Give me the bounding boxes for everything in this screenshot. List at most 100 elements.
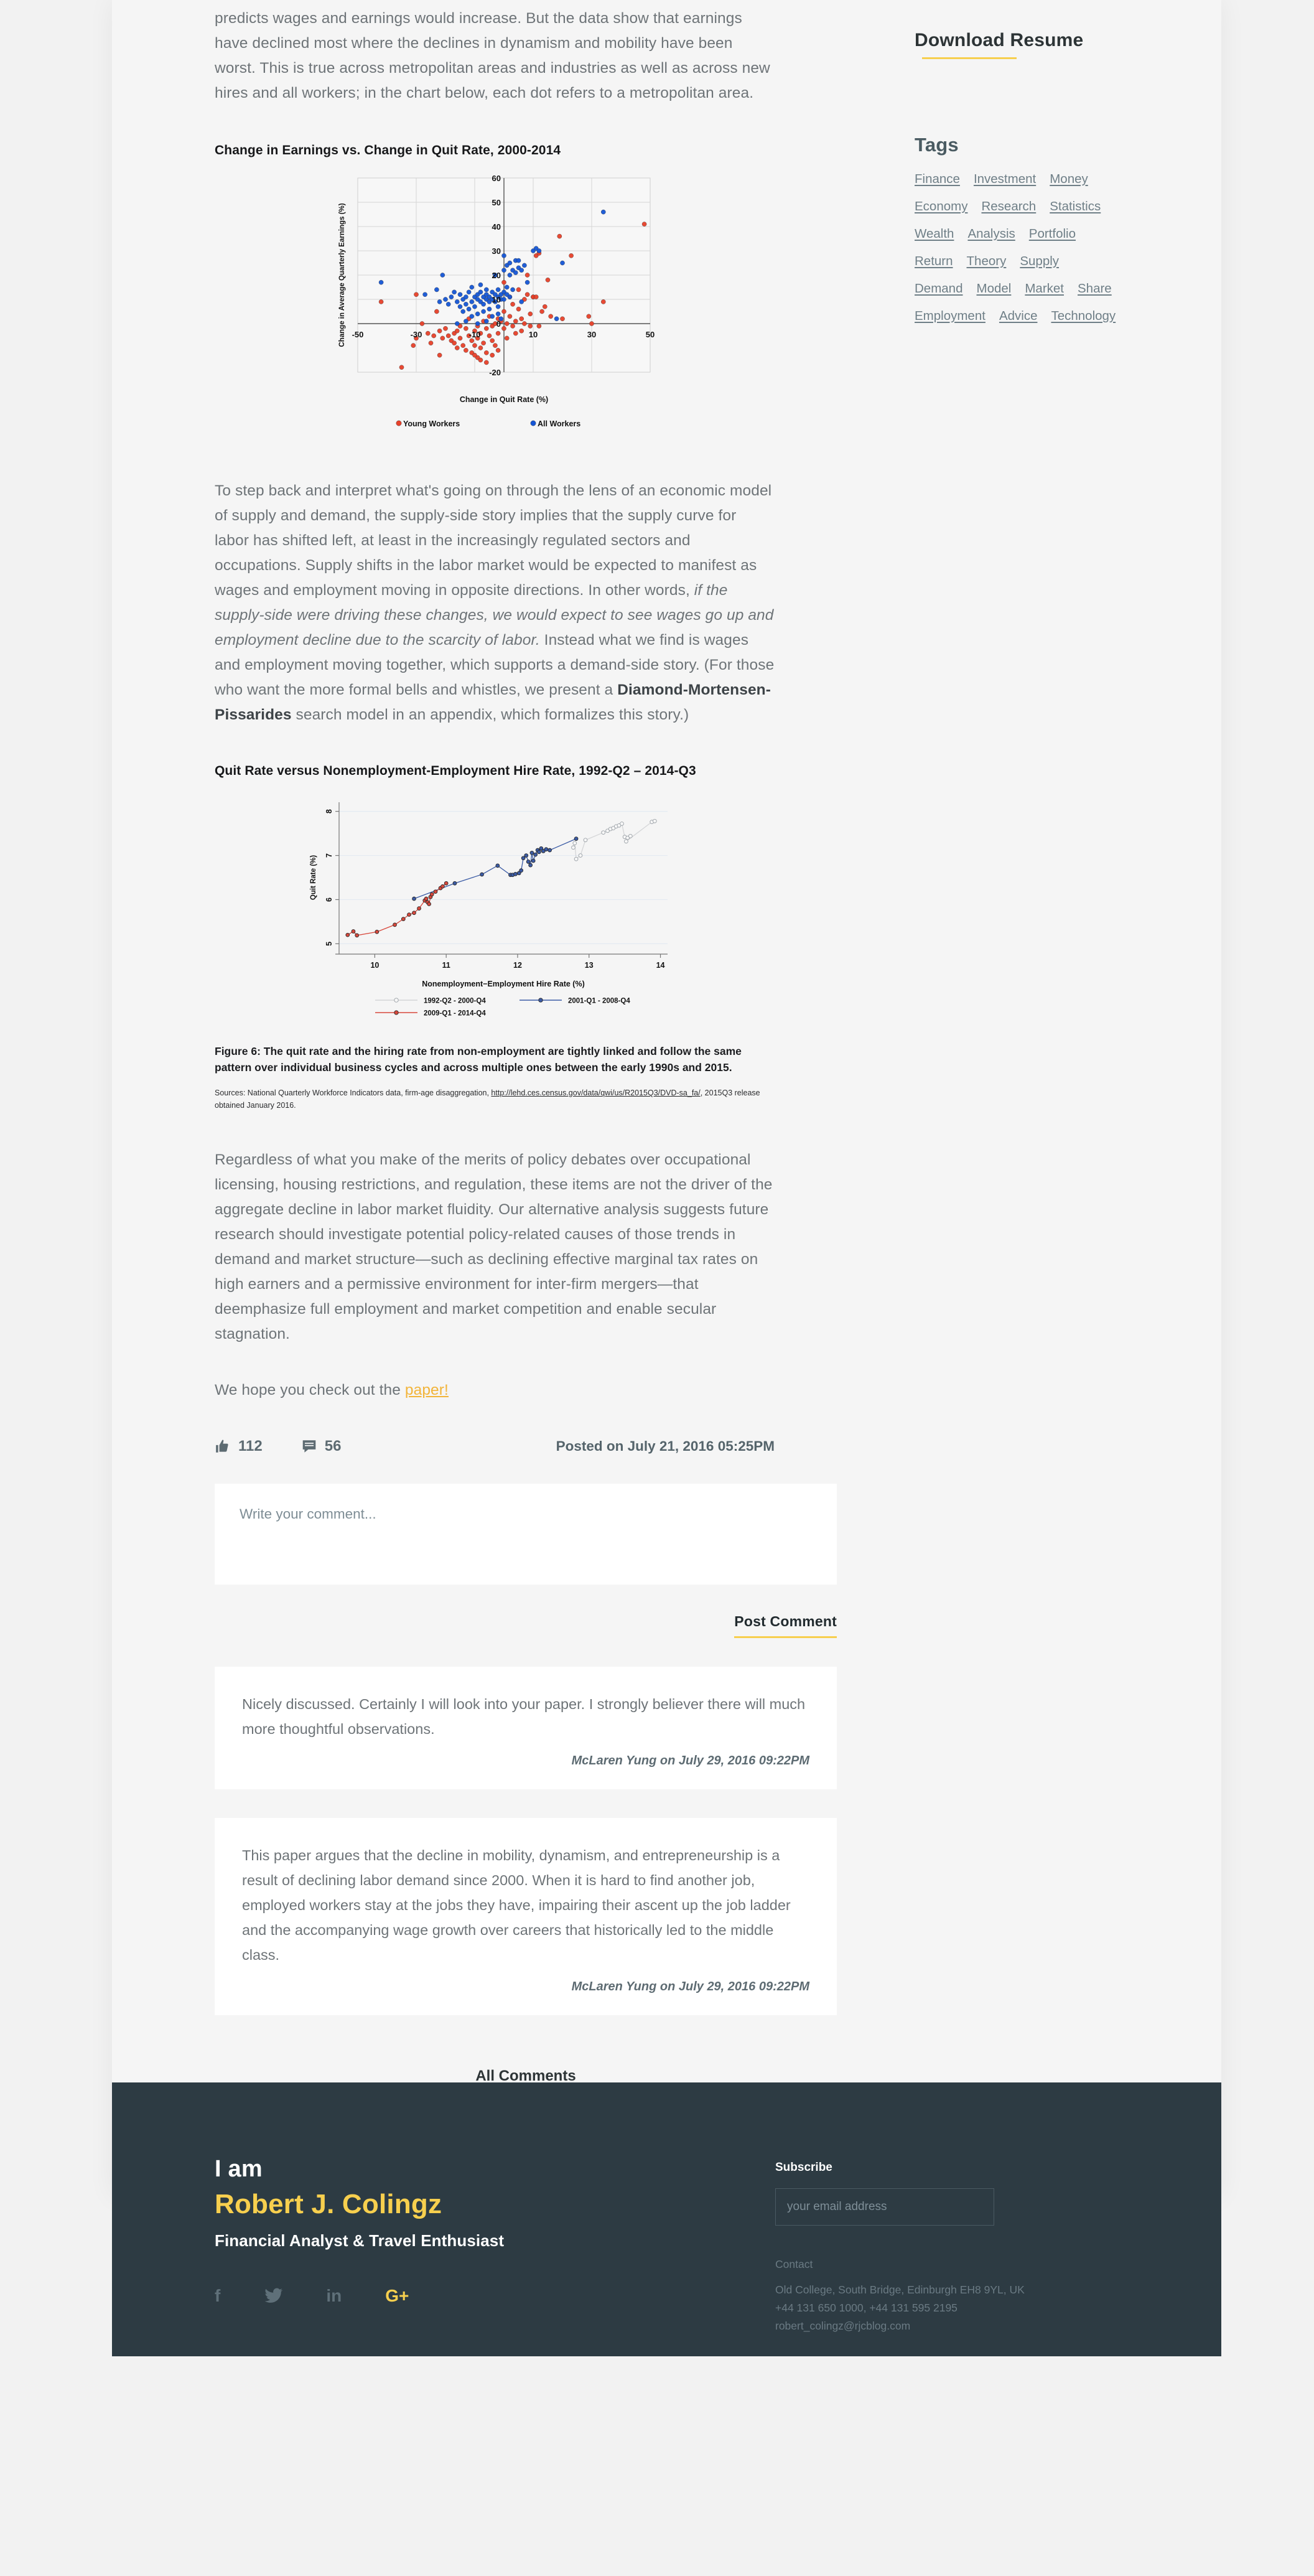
article-paragraph-intro: predicts wages and earnings would increa… xyxy=(215,10,770,101)
svg-text:Change in Average Quarterly Ea: Change in Average Quarterly Earnings (%) xyxy=(338,203,346,347)
tag-link[interactable]: Portfolio xyxy=(1029,227,1076,241)
svg-text:10: 10 xyxy=(370,961,379,970)
tag-link[interactable]: Wealth xyxy=(915,227,954,241)
comment-bubble-icon xyxy=(302,1440,316,1453)
svg-text:12: 12 xyxy=(513,961,522,970)
twitter-icon[interactable] xyxy=(264,2285,283,2307)
svg-text:50: 50 xyxy=(492,198,501,207)
svg-text:6: 6 xyxy=(325,897,333,902)
svg-text:5: 5 xyxy=(325,942,333,946)
thumbs-up-icon xyxy=(216,1440,228,1453)
footer-role: Financial Analyst & Travel Enthusiast xyxy=(215,2231,505,2250)
article-paragraph-closing: We hope you check out the paper! xyxy=(215,1378,775,1403)
svg-text:-20: -20 xyxy=(489,368,501,377)
chart1-canvas: -50 -30 -10 10 30 50 60 50 40 30 20 10 0 -20 Change in… xyxy=(215,167,775,444)
svg-text:All Workers: All Workers xyxy=(538,419,580,428)
comment-author: McLaren Yung on July 29, 2016 09:22PM xyxy=(571,1754,809,1768)
google-plus-icon[interactable]: G+ xyxy=(385,2285,409,2307)
tag-link[interactable]: Finance xyxy=(915,172,960,186)
svg-text:Change in Quit Rate (%): Change in Quit Rate (%) xyxy=(460,395,548,404)
tags-heading: Tags xyxy=(915,134,959,156)
tag-link[interactable]: Theory xyxy=(967,255,1007,268)
comment-text: Nicely discussed. Certainly I will look … xyxy=(242,1696,806,1737)
svg-text:8: 8 xyxy=(325,809,333,813)
subscribe-email-input[interactable] xyxy=(775,2188,994,2226)
svg-text:30: 30 xyxy=(587,330,596,339)
sources-prefix: Sources: National Quarterly Workforce In… xyxy=(215,1089,492,1097)
svg-text:7: 7 xyxy=(325,853,333,858)
footer-iam: I am xyxy=(215,2156,263,2182)
svg-text:20: 20 xyxy=(492,271,501,280)
tag-link[interactable]: Research xyxy=(981,200,1036,213)
comment-count[interactable]: 56 xyxy=(301,1438,342,1455)
sources-url[interactable]: http://lehd.ces.census.gov/data/qwi/us/R… xyxy=(491,1089,700,1097)
para-mid-part3: search model in an appendix, which forma… xyxy=(291,706,689,723)
footer-subscribe-contact: Subscribe Contact Old College, South Bri… xyxy=(771,2082,1025,2356)
tag-link[interactable]: Statistics xyxy=(1050,200,1101,213)
post-comment-row: Post Comment xyxy=(215,1613,837,1638)
svg-text:60: 60 xyxy=(492,174,501,183)
contact-address: Old College, South Bridge, Edinburgh EH8… xyxy=(775,2283,1025,2296)
blog-post-page: predicts wages and earnings would increa… xyxy=(0,0,1314,2576)
like-count-value: 112 xyxy=(238,1438,263,1454)
chart1-svg: -50 -30 -10 10 30 50 60 50 40 30 20 10 0 -20 Change in… xyxy=(338,174,655,428)
chart2-canvas: 10 11 12 13 14 5 6 7 8 Nonemployment−Employment H… xyxy=(215,787,775,1039)
linkedin-icon[interactable]: in xyxy=(326,2285,342,2307)
twitter-bird-icon xyxy=(264,2288,283,2303)
download-resume-underline xyxy=(922,57,1017,59)
like-count[interactable]: 112 xyxy=(215,1438,263,1455)
article-paragraph-supply-demand: To step back and interpret what's going … xyxy=(215,479,775,728)
comment-count-value: 56 xyxy=(324,1438,342,1454)
post-comment-button[interactable]: Post Comment xyxy=(734,1613,837,1638)
post-meta-row: 112 56 Posted on July 21, 2016 05:25PM xyxy=(215,1438,775,1455)
svg-text:-10: -10 xyxy=(469,330,481,339)
download-resume-button[interactable]: Download Resume xyxy=(915,30,1123,59)
tag-link[interactable]: Model xyxy=(977,282,1012,296)
chart-earnings-vs-quit-rate: Change in Earnings vs. Change in Quit Ra… xyxy=(215,143,775,444)
tag-link[interactable]: Economy xyxy=(915,200,967,213)
article-column: predicts wages and earnings would increa… xyxy=(112,0,837,2196)
footer-social-links: f in G+ xyxy=(215,2285,771,2307)
tag-list: Finance Investment Money Economy Research Sta… xyxy=(915,172,1132,337)
tag-link[interactable]: Supply xyxy=(1020,255,1059,268)
comment-composer[interactable]: Write your comment... xyxy=(215,1484,837,1585)
tag-link[interactable]: Advice xyxy=(999,309,1038,323)
footer-identity: I am Robert J. Colingz Financial Analyst… xyxy=(112,2082,771,2356)
svg-text:-50: -50 xyxy=(352,330,364,339)
svg-text:Young Workers: Young Workers xyxy=(403,419,460,428)
tag-link[interactable]: Analysis xyxy=(967,227,1015,241)
para-mid-part1: To step back and interpret what's going … xyxy=(215,482,772,599)
content-sheet: predicts wages and earnings would increa… xyxy=(112,0,1221,2196)
svg-text:0: 0 xyxy=(496,319,501,329)
tag-link[interactable]: Employment xyxy=(915,309,986,323)
tag-link[interactable]: Return xyxy=(915,255,953,268)
subscribe-label: Subscribe xyxy=(775,2161,832,2174)
download-resume-block: Download Resume xyxy=(915,0,1123,59)
svg-text:40: 40 xyxy=(492,222,501,232)
contact-email[interactable]: robert_colingz@rjcblog.com xyxy=(775,2317,1025,2335)
figure-caption: Figure 6: The quit rate and the hiring r… xyxy=(215,1045,742,1074)
svg-text:1992-Q2 - 2000-Q4: 1992-Q2 - 2000-Q4 xyxy=(424,998,486,1005)
article-paragraph-conclusion: Regardless of what you make of the merit… xyxy=(215,1151,773,1342)
svg-text:Nonemployment−Employment Hire: Nonemployment−Employment Hire Rate (%) xyxy=(422,980,585,988)
tag-link[interactable]: Technology xyxy=(1051,309,1116,323)
comment-input-placeholder[interactable]: Write your comment... xyxy=(240,1506,812,1522)
svg-text:10: 10 xyxy=(529,330,538,339)
svg-text:2001-Q1 - 2008-Q4: 2001-Q1 - 2008-Q4 xyxy=(568,998,630,1005)
post-comment-underline xyxy=(734,1636,837,1638)
download-resume-label: Download Resume xyxy=(915,30,1084,50)
chart-quit-vs-hire-rate: Quit Rate versus Nonemployment-Employmen… xyxy=(215,764,775,1112)
tag-link[interactable]: Share xyxy=(1078,282,1112,296)
footer-name: Robert J. Colingz xyxy=(215,2189,442,2219)
tag-link[interactable]: Market xyxy=(1025,282,1064,296)
paper-link[interactable]: paper! xyxy=(405,1382,449,1398)
tag-link[interactable]: Investment xyxy=(974,172,1036,186)
tag-link[interactable]: Demand xyxy=(915,282,963,296)
posted-date: Posted on July 21, 2016 05:25PM xyxy=(556,1438,775,1454)
facebook-icon[interactable]: f xyxy=(215,2285,220,2307)
svg-text:10: 10 xyxy=(492,295,501,304)
comment-card: This paper argues that the decline in mo… xyxy=(215,1818,837,2015)
svg-text:50: 50 xyxy=(646,330,655,339)
tag-link[interactable]: Money xyxy=(1050,172,1088,186)
svg-text:Quit Rate (%): Quit Rate (%) xyxy=(310,855,317,900)
